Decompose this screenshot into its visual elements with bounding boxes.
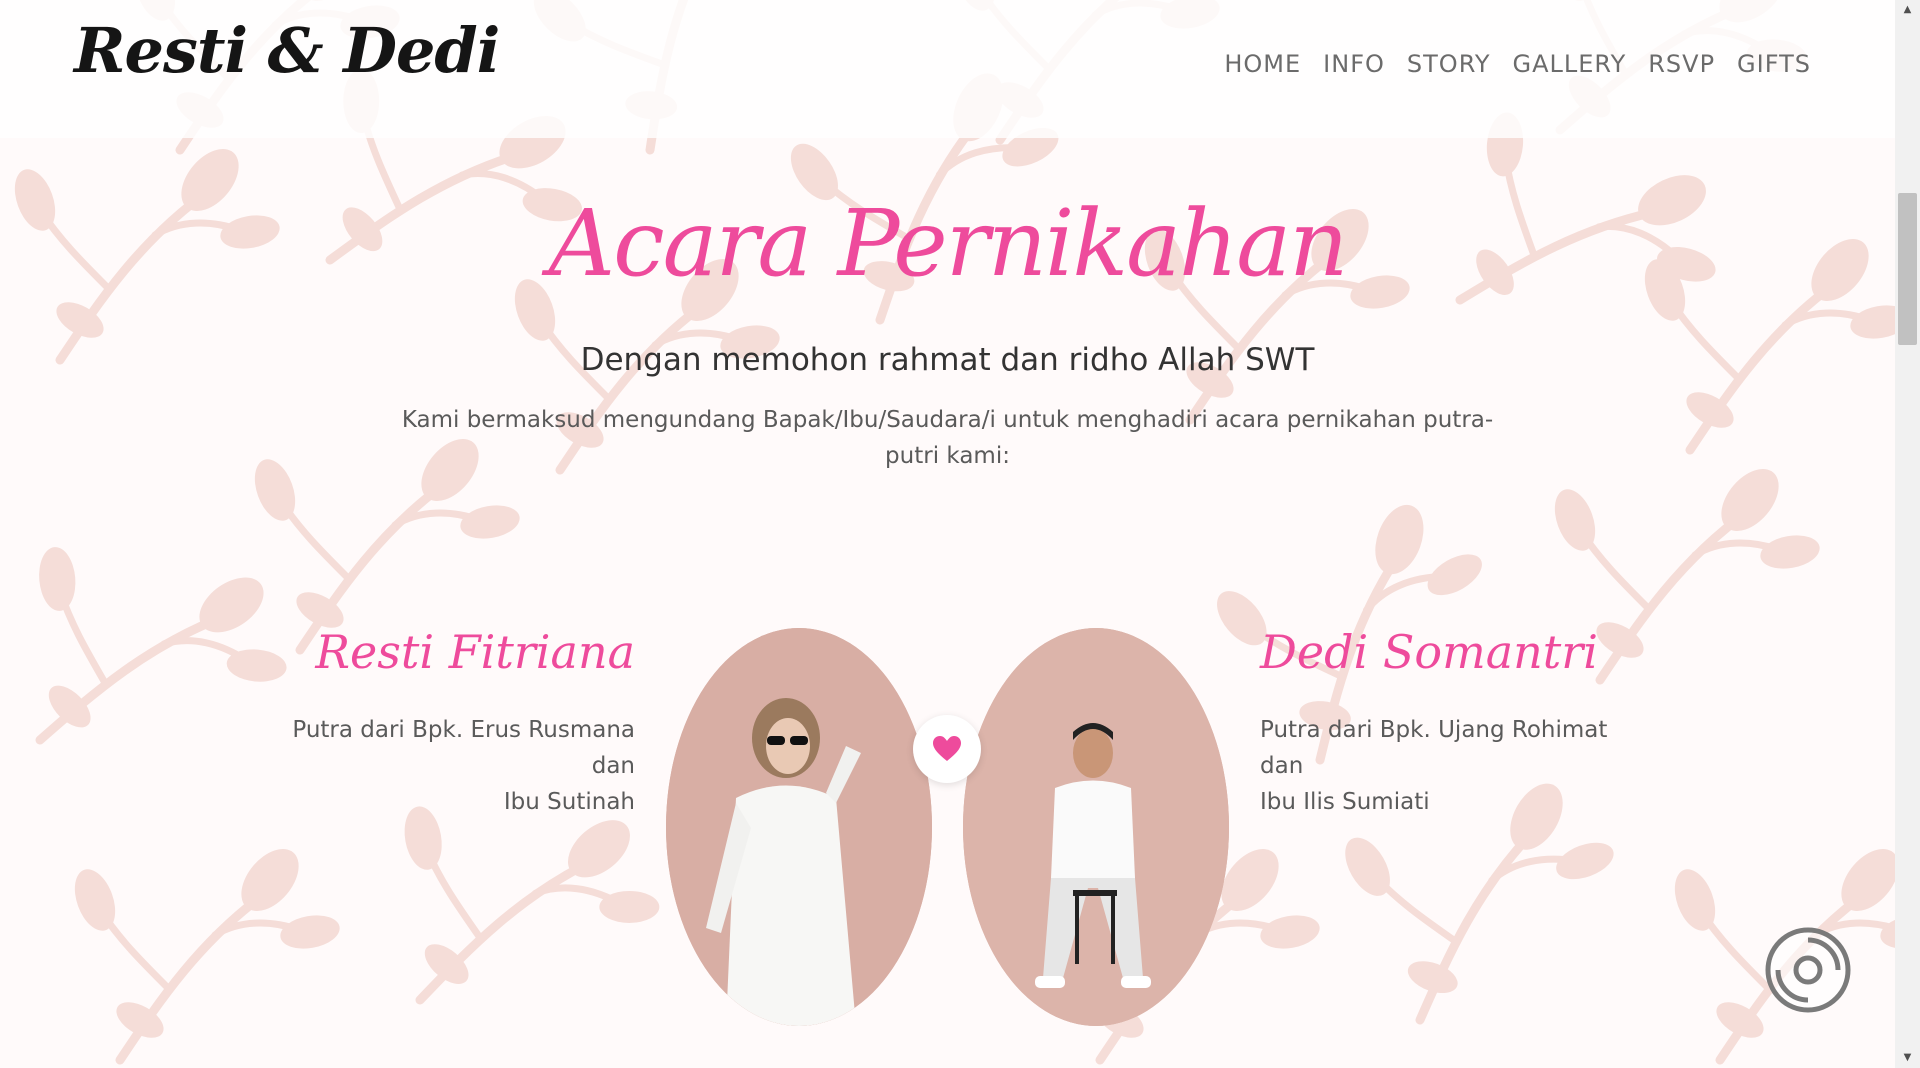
bride-name: Resti Fitriana [315,625,635,679]
bride-portrait-image [666,628,932,1026]
music-toggle-button[interactable] [1764,926,1852,1014]
invitation-intro: Kami bermaksud mengundang Bapak/Ibu/Saud… [401,407,1494,469]
navbar: Resti & Dedi HOME INFO STORY GALLERY RSV… [0,0,1895,138]
page-scrollbar[interactable]: ▲ ▼ [1895,0,1920,1068]
nav-info[interactable]: INFO [1323,50,1385,78]
section-title: Acara Pernikahan [548,190,1349,297]
bride-parents: Putra dari Bpk. Erus Rusmana dan Ibu Sut… [235,712,635,820]
nav-rsvp[interactable]: RSVP [1648,50,1715,78]
bride-father: Putra dari Bpk. Erus Rusmana [292,717,635,743]
scroll-up-arrow-icon[interactable]: ▲ [1895,0,1920,20]
heart-badge [913,715,981,783]
bride-mother: Ibu Sutinah [503,789,635,815]
wedding-section: Acara Pernikahan Dengan memohon rahmat d… [0,0,1895,1068]
main-nav: HOME INFO STORY GALLERY RSVP GIFTS [1224,50,1811,78]
bride-photo [666,628,932,1026]
nav-gallery[interactable]: GALLERY [1513,50,1627,78]
section-subtitle: Dengan memohon rahmat dan ridho Allah SW… [580,342,1315,378]
groom-portrait-image [963,628,1229,1026]
scroll-down-arrow-icon[interactable]: ▼ [1895,1048,1920,1068]
nav-gifts[interactable]: GIFTS [1737,50,1811,78]
nav-home[interactable]: HOME [1224,50,1301,78]
nav-story[interactable]: STORY [1407,50,1491,78]
brand-logo[interactable]: Resti & Dedi [74,14,500,87]
groom-father: Putra dari Bpk. Ujang Rohimat [1260,717,1608,743]
groom-mother: Ibu Ilis Sumiati [1260,789,1430,815]
heart-icon [933,736,961,761]
wedding-page: Resti & Dedi HOME INFO STORY GALLERY RSV… [0,0,1920,1068]
scrollbar-thumb[interactable] [1898,193,1917,345]
music-disc-icon [1765,927,1851,1013]
groom-and: dan [1260,753,1304,779]
groom-name: Dedi Somantri [1260,625,1598,679]
groom-photo [963,628,1229,1026]
bride-and: dan [591,753,635,779]
groom-parents: Putra dari Bpk. Ujang Rohimat dan Ibu Il… [1260,712,1660,820]
